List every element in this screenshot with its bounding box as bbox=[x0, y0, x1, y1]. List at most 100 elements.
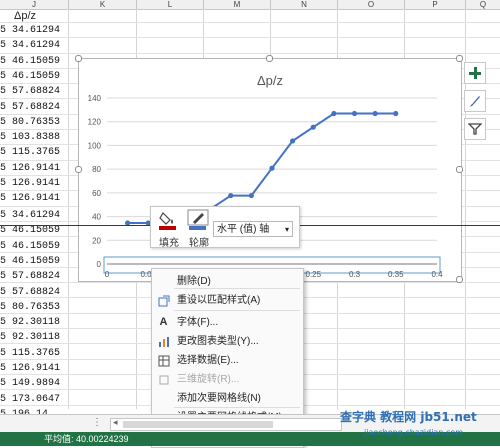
chart-elements-button[interactable] bbox=[464, 62, 486, 84]
data-cell[interactable]: 126.9141 bbox=[12, 178, 68, 189]
resize-handle-tr[interactable] bbox=[456, 55, 463, 62]
watermark-subtext: jiaocheng.chazidian.com bbox=[364, 428, 464, 437]
scroll-thumb[interactable] bbox=[123, 421, 273, 428]
resize-handle-tl[interactable] bbox=[75, 55, 82, 62]
data-cell[interactable]: 126.9141 bbox=[12, 193, 68, 204]
x-tick-label: 0.25 bbox=[305, 270, 321, 279]
data-point bbox=[393, 110, 399, 117]
mini-format-toolbar: 填充 轮廓 水平 (值) 轴 ▾ bbox=[150, 206, 300, 249]
resize-handle-r[interactable] bbox=[456, 166, 463, 173]
menu-item-select-data[interactable]: 选择数据(E)... bbox=[152, 351, 303, 370]
menu-item-label: 三维旋转(R)... bbox=[177, 374, 240, 385]
y-tick-label: 120 bbox=[88, 118, 102, 127]
row-cut-digit: 5 bbox=[0, 286, 7, 298]
data-cell[interactable]: 103.8388 bbox=[12, 132, 68, 143]
row-cut-digit: 5 bbox=[0, 378, 7, 390]
row-cut-digit: 5 bbox=[0, 101, 7, 113]
data-cell[interactable]: 34.61294 bbox=[12, 25, 68, 36]
data-cell[interactable]: 92.30118 bbox=[12, 317, 68, 328]
x-tick-label: 0.35 bbox=[388, 270, 404, 279]
row-cut-digit: 5 bbox=[0, 40, 7, 52]
menu-item-change-chart-type[interactable]: 更改图表类型(Y)... bbox=[152, 332, 303, 351]
data-point bbox=[331, 110, 337, 117]
row-cut-digit: 5 bbox=[0, 70, 7, 82]
y-tick-label: 100 bbox=[88, 141, 102, 150]
data-cell[interactable]: 46.15059 bbox=[12, 225, 68, 236]
chart-styles-button[interactable] bbox=[464, 90, 486, 112]
data-point bbox=[269, 165, 275, 171]
watermark: 查字典 教程网 jb51.net bbox=[340, 410, 477, 424]
y-tick-label: 0 bbox=[97, 260, 102, 269]
brush-icon bbox=[470, 96, 480, 107]
more-options-icon[interactable]: ⋮ bbox=[92, 417, 102, 428]
data-cell[interactable]: 57.68824 bbox=[12, 102, 68, 113]
data-point bbox=[310, 124, 316, 130]
row-cut-digit: 5 bbox=[0, 347, 7, 359]
grid-column-line bbox=[68, 9, 69, 409]
data-cell[interactable]: 46.15059 bbox=[12, 256, 68, 267]
column-header-bar: J K L M N O P Q bbox=[0, 0, 500, 10]
chart-element-select[interactable]: 水平 (值) 轴 ▾ bbox=[213, 221, 293, 237]
data-cell[interactable]: 46.15059 bbox=[12, 71, 68, 82]
column-header-n[interactable]: N bbox=[271, 0, 338, 9]
column-header-l[interactable]: L bbox=[137, 0, 204, 9]
data-cell[interactable]: 115.3765 bbox=[12, 348, 68, 359]
data-point bbox=[228, 192, 234, 199]
row-cut-digit: 5 bbox=[0, 162, 7, 174]
data-cell[interactable]: 57.68824 bbox=[12, 271, 68, 282]
cell-header-dpz[interactable]: Δp/z bbox=[14, 10, 36, 22]
chart-filters-button[interactable] bbox=[464, 118, 486, 140]
resize-handle-t[interactable] bbox=[266, 55, 273, 62]
grid-row-line bbox=[0, 37, 500, 38]
data-cell[interactable]: 126.9141 bbox=[12, 363, 68, 374]
column-header-m[interactable]: M bbox=[204, 0, 271, 9]
data-cell[interactable]: 46.15059 bbox=[12, 56, 68, 67]
menu-separator bbox=[174, 407, 300, 408]
resize-handle-br[interactable] bbox=[456, 276, 463, 283]
y-tick-label: 140 bbox=[88, 94, 102, 103]
data-cell[interactable]: 115.3765 bbox=[12, 147, 68, 158]
resize-handle-l[interactable] bbox=[75, 166, 82, 173]
grid-row-line bbox=[0, 53, 500, 54]
fill-label: 填充 bbox=[159, 238, 179, 249]
chevron-down-icon: ▾ bbox=[284, 225, 289, 234]
horizontal-scrollbar[interactable]: ◂ bbox=[110, 417, 342, 431]
menu-item-label: 更改图表类型(Y)... bbox=[177, 336, 259, 347]
row-cut-digit: 5 bbox=[0, 178, 7, 189]
menu-item-font[interactable]: A 字体(F)... bbox=[152, 313, 303, 332]
x-tick-label: 0.3 bbox=[349, 270, 361, 279]
row-cut-digit: 5 bbox=[0, 363, 7, 374]
row-cut-digit: 5 bbox=[0, 210, 7, 221]
y-tick-label: 80 bbox=[92, 165, 101, 174]
data-cell[interactable]: 80.76353 bbox=[12, 302, 68, 313]
outline-label: 轮廓 bbox=[189, 238, 209, 249]
fill-button[interactable] bbox=[157, 209, 179, 231]
scroll-left-icon[interactable]: ◂ bbox=[113, 417, 118, 428]
outline-button[interactable] bbox=[187, 209, 209, 231]
column-header-j[interactable]: J bbox=[0, 0, 69, 9]
column-header-o[interactable]: O bbox=[338, 0, 405, 9]
column-header-q[interactable]: Q bbox=[466, 0, 500, 9]
menu-item-reset-style[interactable]: 重设以匹配样式(A) bbox=[152, 291, 303, 310]
menu-separator bbox=[174, 310, 300, 311]
row-cut-digit: 5 bbox=[0, 147, 7, 159]
menu-item-add-minor-gridlines[interactable]: 添加次要网格线(N) bbox=[152, 389, 303, 408]
data-cell[interactable]: 149.9894 bbox=[12, 378, 68, 389]
y-tick-label: 40 bbox=[92, 213, 101, 222]
data-cell[interactable]: 34.61294 bbox=[12, 210, 68, 221]
data-cell[interactable]: 46.15059 bbox=[12, 241, 68, 252]
data-cell[interactable]: 80.76353 bbox=[12, 117, 68, 128]
menu-item-label: 字体(F)... bbox=[177, 317, 219, 328]
column-header-p[interactable]: P bbox=[405, 0, 466, 9]
data-cell[interactable]: 92.30118 bbox=[12, 332, 68, 343]
data-cell[interactable]: 126.9141 bbox=[12, 163, 68, 174]
data-point bbox=[351, 110, 358, 117]
data-cell[interactable]: 34.61294 bbox=[12, 40, 68, 51]
data-point bbox=[290, 138, 296, 144]
data-cell[interactable]: 57.68824 bbox=[12, 287, 68, 298]
chart-area[interactable]: Δp/z 02040608010012014000.050.10.150.20.… bbox=[75, 55, 463, 283]
data-cell[interactable]: 57.68824 bbox=[12, 86, 68, 97]
column-header-k[interactable]: K bbox=[69, 0, 137, 9]
data-cell[interactable]: 173.0647 bbox=[12, 394, 68, 405]
row-cut-digit: 5 bbox=[0, 332, 7, 344]
